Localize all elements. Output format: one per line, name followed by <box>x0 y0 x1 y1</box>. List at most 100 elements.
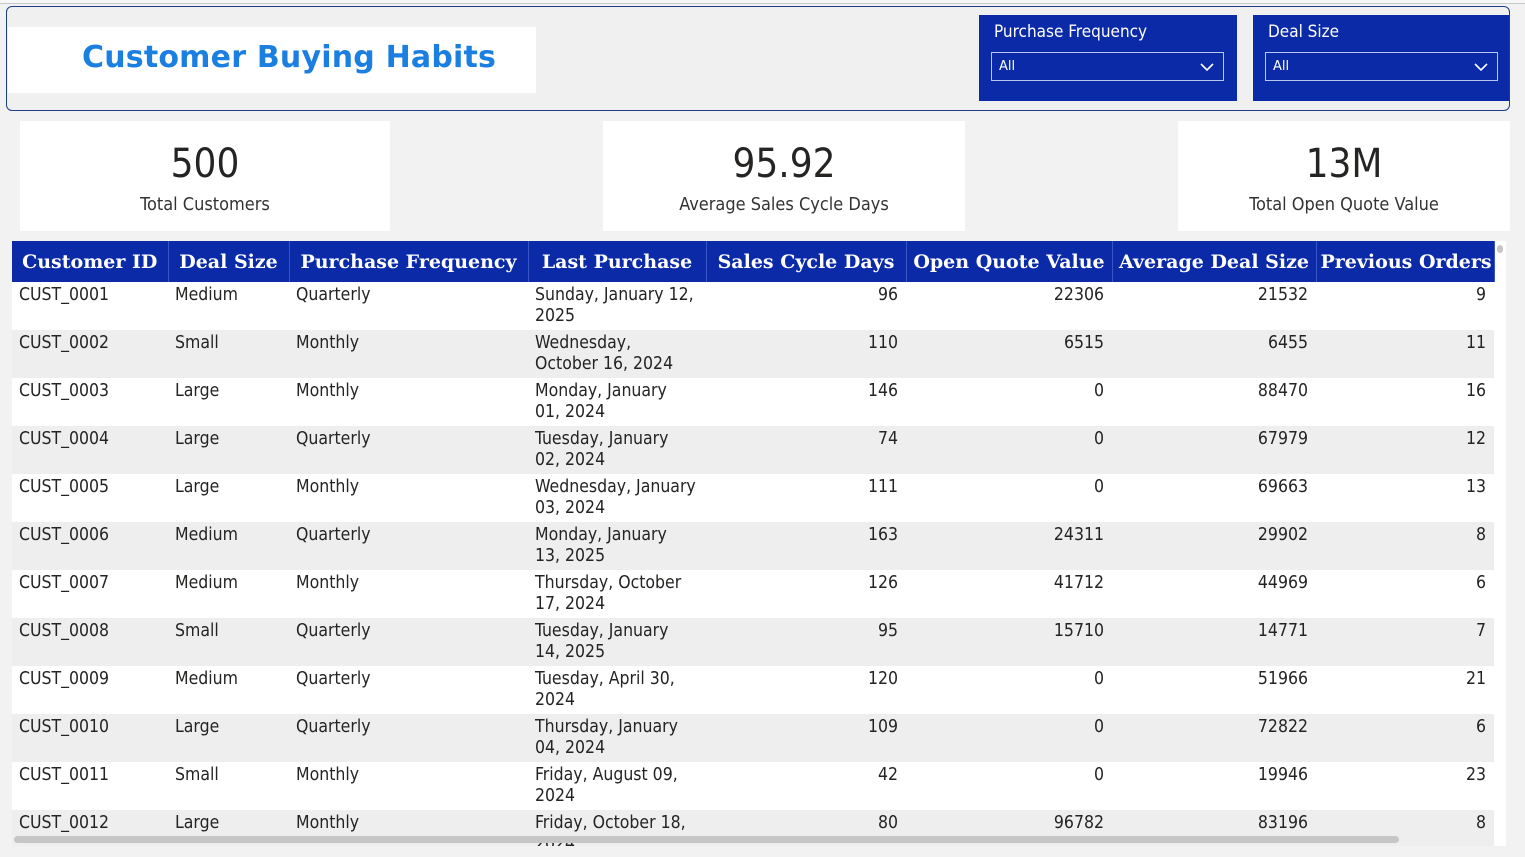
previous-orders-cell: 8 <box>1316 522 1494 570</box>
kpi-value: 95.92 <box>732 141 836 187</box>
column-header-deal-size[interactable]: Deal Size <box>168 241 290 282</box>
horizontal-scrollbar[interactable] <box>14 836 1399 843</box>
last-purchase-cell: Thursday, January 04, 2024 <box>528 714 706 762</box>
purchase-frequency-dropdown[interactable]: All <box>991 52 1224 81</box>
open-quote-value-cell: 0 <box>906 474 1112 522</box>
table-header-row: Customer ID Deal Size Purchase Frequency… <box>12 241 1495 282</box>
column-header-last-purchase[interactable]: Last Purchase <box>528 241 707 282</box>
average-deal-size-cell: 69663 <box>1112 474 1316 522</box>
table-row[interactable]: CUST_0009 Medium Quarterly Tuesday, April 3… <box>12 666 1494 714</box>
column-header-sales-cycle-days[interactable]: Sales Cycle Days <box>706 241 907 282</box>
chevron-down-icon <box>1474 62 1488 71</box>
average-deal-size-cell: 72822 <box>1112 714 1316 762</box>
chevron-down-icon <box>1200 62 1214 71</box>
average-deal-size-cell: 21532 <box>1112 282 1316 330</box>
average-deal-size-cell: 6455 <box>1112 330 1316 378</box>
purchase-frequency-label: Purchase Frequency <box>994 22 1148 42</box>
sales-cycle-days-cell: 109 <box>706 714 906 762</box>
previous-orders-cell: 13 <box>1316 474 1494 522</box>
column-header-purchase-frequency[interactable]: Purchase Frequency <box>289 241 529 282</box>
previous-orders-cell: 7 <box>1316 618 1494 666</box>
previous-orders-cell: 9 <box>1316 282 1494 330</box>
table-row[interactable]: CUST_0002 Small Monthly Wednesday, October … <box>12 330 1494 378</box>
table-row[interactable]: CUST_0008 Small Quarterly Tuesday, January … <box>12 618 1494 666</box>
sales-cycle-days-cell: 126 <box>706 570 906 618</box>
previous-orders-cell: 16 <box>1316 378 1494 426</box>
open-quote-value-cell: 15710 <box>906 618 1112 666</box>
table-row[interactable]: CUST_0005 Large Monthly Wednesday, January … <box>12 474 1494 522</box>
customer-id-cell: CUST_0011 <box>12 762 168 810</box>
sales-cycle-days-cell: 95 <box>706 618 906 666</box>
deal-size-cell: Small <box>168 762 289 810</box>
table-row[interactable]: CUST_0011 Small Monthly Friday, August 09, … <box>12 762 1494 810</box>
customer-id-cell: CUST_0003 <box>12 378 168 426</box>
vertical-scrollbar[interactable] <box>1497 245 1503 253</box>
table-row[interactable]: CUST_0001 Medium Quarterly Sunday, January … <box>12 282 1494 330</box>
purchase-frequency-slicer: Purchase Frequency All <box>979 15 1237 101</box>
sales-cycle-days-cell: 146 <box>706 378 906 426</box>
table-row[interactable]: CUST_0010 Large Quarterly Thursday, January… <box>12 714 1494 762</box>
column-header-customer-id[interactable]: Customer ID <box>12 241 169 282</box>
average-deal-size-cell: 67979 <box>1112 426 1316 474</box>
deal-size-cell: Large <box>168 714 289 762</box>
purchase-frequency-cell: Quarterly <box>289 522 528 570</box>
open-quote-value-cell: 6515 <box>906 330 1112 378</box>
open-quote-value-cell: 0 <box>906 714 1112 762</box>
purchase-frequency-cell: Monthly <box>289 762 528 810</box>
purchase-frequency-cell: Monthly <box>289 570 528 618</box>
deal-size-slicer: Deal Size All <box>1253 15 1509 101</box>
table-row[interactable]: CUST_0006 Medium Quarterly Monday, January … <box>12 522 1494 570</box>
window-top-edge <box>0 0 1525 4</box>
average-deal-size-cell: 19946 <box>1112 762 1316 810</box>
deal-size-cell: Large <box>168 474 289 522</box>
sales-cycle-days-cell: 111 <box>706 474 906 522</box>
customer-id-cell: CUST_0001 <box>12 282 168 330</box>
sales-cycle-days-cell: 42 <box>706 762 906 810</box>
column-header-previous-orders[interactable]: Previous Orders <box>1316 241 1495 282</box>
sales-cycle-days-cell: 74 <box>706 426 906 474</box>
deal-size-cell: Medium <box>168 570 289 618</box>
table-row[interactable]: CUST_0007 Medium Monthly Thursday, October … <box>12 570 1494 618</box>
purchase-frequency-value: All <box>999 59 1016 74</box>
deal-size-value: All <box>1273 59 1290 74</box>
deal-size-cell: Large <box>168 378 289 426</box>
column-header-open-quote-value[interactable]: Open Quote Value <box>906 241 1113 282</box>
deal-size-cell: Medium <box>168 522 289 570</box>
last-purchase-cell: Friday, August 09, 2024 <box>528 762 706 810</box>
deal-size-cell: Small <box>168 618 289 666</box>
deal-size-cell: Small <box>168 330 289 378</box>
column-header-average-deal-size[interactable]: Average Deal Size <box>1112 241 1317 282</box>
open-quote-value-cell: 0 <box>906 378 1112 426</box>
deal-size-label: Deal Size <box>1268 22 1340 42</box>
average-deal-size-cell: 29902 <box>1112 522 1316 570</box>
customer-id-cell: CUST_0002 <box>12 330 168 378</box>
kpi-label: Average Sales Cycle Days <box>679 194 889 215</box>
previous-orders-cell: 23 <box>1316 762 1494 810</box>
customer-table-grid: Customer ID Deal Size Purchase Frequency… <box>12 241 1495 846</box>
deal-size-dropdown[interactable]: All <box>1265 52 1498 81</box>
last-purchase-cell: Sunday, January 12, 2025 <box>528 282 706 330</box>
deal-size-cell: Medium <box>168 282 289 330</box>
last-purchase-cell: Tuesday, April 30, 2024 <box>528 666 706 714</box>
previous-orders-cell: 11 <box>1316 330 1494 378</box>
customer-id-cell: CUST_0006 <box>12 522 168 570</box>
customer-id-cell: CUST_0005 <box>12 474 168 522</box>
last-purchase-cell: Wednesday, January 03, 2024 <box>528 474 706 522</box>
kpi-label: Total Customers <box>140 194 270 215</box>
kpi-value: 500 <box>170 141 240 187</box>
open-quote-value-cell: 0 <box>906 666 1112 714</box>
kpi-card-total-open-quote: 13M Total Open Quote Value <box>1178 121 1510 231</box>
previous-orders-cell: 12 <box>1316 426 1494 474</box>
table-row[interactable]: CUST_0003 Large Monthly Monday, January 01,… <box>12 378 1494 426</box>
table-row[interactable]: CUST_0004 Large Quarterly Tuesday, January … <box>12 426 1494 474</box>
last-purchase-cell: Wednesday, October 16, 2024 <box>528 330 706 378</box>
last-purchase-cell: Monday, January 13, 2025 <box>528 522 706 570</box>
kpi-value: 13M <box>1305 141 1383 187</box>
kpi-card-total-customers: 500 Total Customers <box>20 121 390 231</box>
sales-cycle-days-cell: 163 <box>706 522 906 570</box>
purchase-frequency-cell: Quarterly <box>289 426 528 474</box>
purchase-frequency-cell: Quarterly <box>289 282 528 330</box>
sales-cycle-days-cell: 96 <box>706 282 906 330</box>
last-purchase-cell: Tuesday, January 02, 2024 <box>528 426 706 474</box>
average-deal-size-cell: 14771 <box>1112 618 1316 666</box>
